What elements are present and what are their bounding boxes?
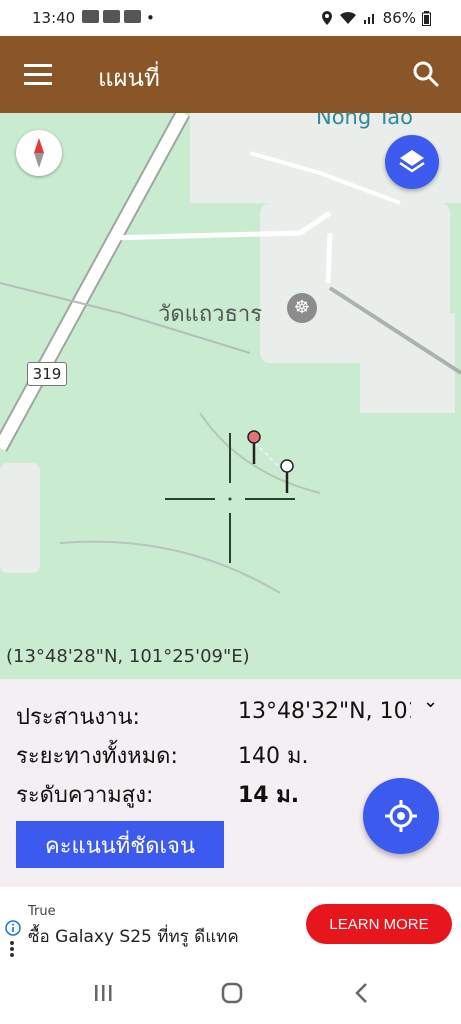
wifi-icon [339, 11, 356, 24]
hamburger-menu-icon[interactable] [24, 64, 52, 86]
elevation-label: ระดับความสูง: [16, 783, 154, 808]
recent-apps-icon[interactable] [91, 981, 115, 1005]
search-icon[interactable] [412, 60, 440, 88]
status-bar: 13:40 • 86% [0, 0, 461, 36]
distance-label: ระยะทางทั้งหมด: [16, 744, 178, 769]
elevation-value: 14 ม. [238, 783, 300, 808]
ad-banner[interactable]: True ซื้อ Galaxy S25 ที่ทรู ดีแทค LEARN … [0, 890, 461, 960]
learn-more-button[interactable]: LEARN MORE [306, 904, 452, 944]
page-title: แผนที่ [98, 64, 160, 92]
notification-icons [82, 10, 141, 23]
system-navigation-bar [0, 960, 461, 1024]
crosshair-icon [165, 433, 295, 563]
back-icon[interactable] [350, 981, 374, 1005]
ad-text: ซื้อ Galaxy S25 ที่ทรู ดีแทค [28, 927, 239, 947]
coordinates-value: 13°48'32"N, 101°25'10"E [238, 699, 411, 724]
signal-icon [363, 14, 374, 24]
coordinates-label: ประสานงาน: [16, 705, 140, 730]
clear-points-button[interactable]: คะแนนที่ชัดเจน [16, 821, 224, 868]
info-icon[interactable] [5, 920, 21, 936]
chevron-down-icon[interactable]: ⌄ [423, 691, 438, 712]
start-pin-icon [247, 430, 261, 464]
status-dot: • [146, 9, 155, 27]
end-pin-icon [280, 459, 294, 493]
my-location-icon [385, 800, 417, 832]
more-options-icon[interactable] [9, 940, 15, 958]
distance-value: 140 ม. [238, 744, 309, 769]
battery-percent: 86% [382, 9, 416, 27]
map-view[interactable]: Nong Tao วัดแถวธาร ☸ 319 (13°48'28"N, 10… [0, 113, 461, 679]
clock: 13:40 [32, 9, 76, 27]
battery-icon [422, 10, 431, 26]
ad-brand: True [28, 904, 56, 919]
location-icon [321, 11, 332, 25]
home-icon[interactable] [220, 981, 244, 1005]
my-location-button[interactable] [363, 778, 439, 854]
coordinates-readout: (13°48'28"N, 101°25'09"E) [6, 646, 250, 667]
app-bar: แผนที่ [0, 36, 461, 113]
